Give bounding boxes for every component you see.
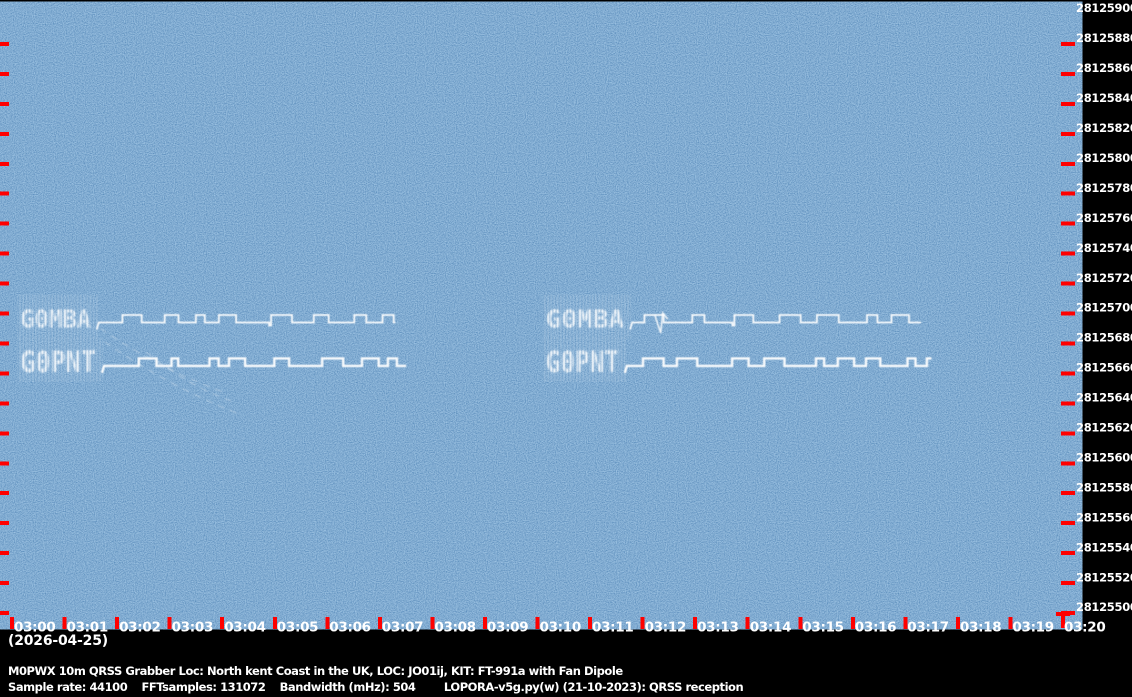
freq-tick-mark: [1061, 491, 1075, 495]
left-tick-mark: [0, 341, 9, 345]
left-tick-mark: [0, 371, 9, 375]
freq-tick-mark: [1061, 581, 1075, 585]
freq-tick-label: 28125760: [1076, 211, 1132, 225]
left-tick-mark: [0, 192, 9, 196]
left-tick-mark: [0, 102, 9, 106]
qrss-grabber-screen: 28125900 28125880 28125860 28125840 28125820…: [0, 0, 1132, 697]
freq-tick-mark: [1061, 431, 1075, 435]
time-tick-label: 03:19: [1012, 620, 1053, 636]
freq-tick-mark: [1061, 551, 1075, 555]
freq-tick-mark: [1061, 252, 1075, 256]
freq-tick-mark: [1061, 401, 1075, 405]
spectrogram-scene: 28125900 28125880 28125860 28125840 28125820…: [0, 0, 1132, 697]
freq-tick-mark: [1061, 42, 1075, 46]
time-tick-label: 03:14: [750, 620, 791, 636]
freq-tick-label: 28125900: [1076, 1, 1132, 15]
left-tick-mark: [0, 312, 9, 316]
grabber-info-line: M0PWX 10m QRSS Grabber Loc: North kent C…: [8, 664, 623, 678]
time-tick-label: 03:02: [119, 620, 160, 636]
freq-tick-label: 28125580: [1076, 480, 1132, 494]
freq-tick-mark: [1061, 102, 1075, 106]
freq-tick-mark: [1061, 162, 1075, 166]
left-tick-mark: [0, 282, 9, 286]
freq-tick-mark: [1061, 312, 1075, 316]
freq-tick-mark: [1061, 192, 1075, 196]
freq-tick-label: 28125660: [1076, 361, 1132, 375]
time-tick-label: 03:05: [277, 620, 318, 636]
time-tick-label: 03:08: [434, 620, 475, 636]
freq-tick-label: 28125540: [1076, 540, 1132, 554]
freq-tick-label: 28125880: [1076, 31, 1132, 45]
time-tick-label: 03:16: [855, 620, 896, 636]
left-tick-mark: [0, 132, 9, 136]
time-tick-label: 03:12: [645, 620, 686, 636]
freq-tick-label: 28125820: [1076, 121, 1132, 135]
freq-tick-label: 28125860: [1076, 61, 1132, 75]
freq-tick-label: 28125700: [1076, 301, 1132, 315]
freq-tick-mark: [1061, 282, 1075, 286]
time-tick-label: 03:17: [907, 620, 948, 636]
freq-tick-label: 28125640: [1076, 391, 1132, 405]
freq-tick-mark: [1061, 461, 1075, 465]
freq-tick-mark: [1061, 521, 1075, 525]
left-tick-mark: [0, 521, 9, 525]
time-tick-label: 03:03: [172, 620, 213, 636]
time-tick-label: 03:15: [802, 620, 843, 636]
callsign-text: G0MBA: [20, 305, 91, 334]
time-tick-label: 03:13: [697, 620, 738, 636]
freq-tick-label: 28125840: [1076, 91, 1132, 105]
left-tick-mark: [0, 611, 9, 615]
freq-tick-mark: [1061, 132, 1075, 136]
time-tick-label: 03:11: [592, 620, 633, 636]
left-tick-mark: [0, 551, 9, 555]
freq-tick-mark: [1061, 72, 1075, 76]
freq-tick-label: 28125620: [1076, 421, 1132, 435]
left-tick-mark: [0, 72, 9, 76]
freq-tick-label: 28125680: [1076, 331, 1132, 345]
callsign-text: G0MBA: [546, 305, 624, 334]
time-tick-label: 03:18: [960, 620, 1001, 636]
left-tick-mark: [0, 461, 9, 465]
freq-tick-label: 28125720: [1076, 271, 1132, 285]
freq-tick-label: 28125600: [1076, 450, 1132, 464]
left-tick-mark: [0, 42, 9, 46]
freq-tick-mark: [1061, 222, 1075, 226]
freq-tick-label: 28125520: [1076, 570, 1132, 584]
freq-tick-label: 28125500: [1076, 600, 1132, 614]
time-tick-label: 03:10: [540, 620, 581, 636]
left-tick-mark: [0, 581, 9, 585]
time-tick-label: 03:07: [382, 620, 423, 636]
time-tick-label: 03:06: [329, 620, 370, 636]
left-tick-mark: [0, 431, 9, 435]
left-tick-mark: [0, 222, 9, 226]
callsign-text: G0PNT: [20, 345, 96, 379]
callsign-text: G0PNT: [546, 345, 619, 379]
freq-tick-label: 28125740: [1076, 241, 1132, 255]
freq-tick-mark: [1061, 341, 1075, 345]
left-tick-mark: [0, 401, 9, 405]
freq-tick-mark: [1061, 371, 1075, 375]
left-tick-mark: [0, 162, 9, 166]
freq-tick-label: 28125560: [1076, 510, 1132, 524]
time-tick-label: 03:20: [1064, 620, 1105, 636]
freq-tick-label: 28125780: [1076, 181, 1132, 195]
left-tick-mark: [0, 252, 9, 256]
date-label: (2026-04-25): [8, 633, 108, 649]
settings-info-line: Sample rate: 44100 FFTsamples: 131072 Ba…: [8, 680, 743, 694]
time-tick-label: 03:09: [487, 620, 528, 636]
time-tick-label: 03:04: [224, 620, 265, 636]
left-tick-mark: [0, 491, 9, 495]
freq-tick-label: 28125800: [1076, 151, 1132, 165]
